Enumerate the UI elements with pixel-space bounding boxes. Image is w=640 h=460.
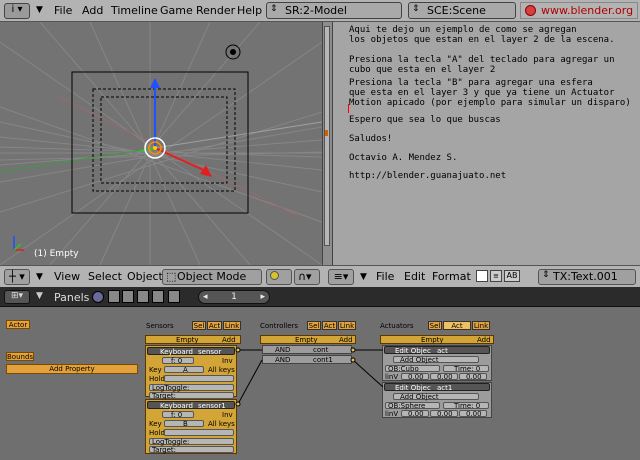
object-context-icon[interactable] <box>137 290 149 303</box>
fullscreen-toggle-icon[interactable] <box>476 270 488 282</box>
screen-selector[interactable]: ⇕ SR:2-Model <box>266 2 402 19</box>
syntax-toggle[interactable]: AB <box>504 270 520 282</box>
menu-file[interactable]: File <box>54 4 72 17</box>
top-menu-bar: i ▾ ▼ File Add Timeline Game Render Help… <box>0 0 640 22</box>
editor-type-icon[interactable]: ≡▾ <box>328 269 354 285</box>
page-number-field[interactable]: ◂ 1 ▸ <box>198 290 270 304</box>
menu-edit[interactable]: Edit <box>404 270 425 283</box>
menu-add[interactable]: Add <box>82 4 103 17</box>
buttons-window-header: ⊞▾ ▼ Panels ◂ 1 ▸ <box>0 287 640 307</box>
mode-selector[interactable]: ⬚ Object Mode <box>162 269 262 285</box>
collapse-triangle-icon[interactable]: ▼ <box>36 272 43 282</box>
text-editor-header: ≡▾ ▼ File Edit Format ≡ AB ⇕ TX:Text.001 <box>322 265 640 287</box>
textblock-selector[interactable]: ⇕ TX:Text.001 <box>538 269 636 285</box>
line-numbers-toggle-icon[interactable]: ≡ <box>490 270 502 282</box>
ground-grid <box>0 22 322 265</box>
updown-arrow-icon: ⇕ <box>542 270 550 280</box>
logic-context-icon[interactable] <box>92 291 104 303</box>
text-editor[interactable]: Aqui te dejo un ejemplo de como se agreg… <box>332 22 640 265</box>
editor-type-icon[interactable]: ┼ ▾ <box>4 269 30 285</box>
menu-game[interactable]: Game <box>160 4 193 17</box>
menu-format[interactable]: Format <box>432 270 471 283</box>
transform-manipulator[interactable] <box>139 78 212 177</box>
panels-label: Panels <box>54 291 90 304</box>
collapse-triangle-icon[interactable]: ▼ <box>36 291 43 301</box>
menu-file[interactable]: File <box>376 270 394 283</box>
arrow-left-icon[interactable]: ◂ <box>203 291 208 303</box>
arrow-right-icon[interactable]: ▸ <box>260 291 265 303</box>
safe-area-outer <box>92 88 236 192</box>
blender-url-badge[interactable]: www.blender.org 245 <box>520 2 638 19</box>
text-line: Presiona la tecla "B" para agregar una e… <box>349 78 593 88</box>
text-line: Saludos! <box>349 134 393 144</box>
scrollbar-thumb[interactable] <box>324 26 330 246</box>
shading-context-icon[interactable] <box>122 290 134 303</box>
text-line: Aqui te dejo un ejemplo de como se agreg… <box>349 25 577 35</box>
collapse-triangle-icon[interactable]: ▼ <box>360 272 367 282</box>
active-object-label: (1) Empty <box>34 249 79 259</box>
axis-indicator <box>13 236 24 251</box>
menu-object[interactable]: Object <box>127 270 163 283</box>
link-wire <box>237 359 263 405</box>
pivot-selector[interactable]: ∩▾ <box>294 269 320 285</box>
logic-editor: Actor Bounds Add Property Sensors Sel Ac… <box>0 307 640 460</box>
object-mode-icon: ⬚ <box>166 270 177 283</box>
editing-context-icon[interactable] <box>152 290 164 303</box>
text-line: Motion apicado (por ejemplo para simular… <box>349 98 631 108</box>
lamp-icon[interactable] <box>225 44 241 60</box>
collapse-triangle-icon[interactable]: ▼ <box>36 5 43 15</box>
draw-type-selector[interactable] <box>266 269 292 285</box>
text-line: Presiona la tecla "A" del teclado para a… <box>349 55 615 65</box>
text-line: cubo que esta en el layer 2 <box>349 65 496 75</box>
text-line: http://blender.guanajuato.net <box>349 171 507 181</box>
menu-help[interactable]: Help <box>237 4 262 17</box>
menu-select[interactable]: Select <box>88 270 122 283</box>
text-line: Espero que sea lo que buscas <box>349 115 501 125</box>
3d-viewport[interactable]: (1) Empty <box>0 22 322 265</box>
viewport-scene <box>0 22 322 265</box>
pivot-icon: ∩▾ <box>298 270 312 283</box>
link-wire <box>352 359 384 388</box>
blender-logo-icon <box>525 5 536 16</box>
text-line: Octavio A. Mendez S. <box>349 153 458 163</box>
editor-type-icon[interactable]: i ▾ <box>4 3 30 19</box>
text-line: los objetos que estan en el layer 2 de l… <box>349 35 615 45</box>
scene-selector[interactable]: ⇕ SCE:Scene <box>408 2 516 19</box>
scroll-position-marker <box>325 130 328 136</box>
menu-timeline[interactable]: Timeline <box>111 4 158 17</box>
text-cursor <box>348 104 349 113</box>
editor-type-icon[interactable]: ⊞▾ <box>4 290 30 304</box>
menu-render[interactable]: Render <box>196 4 235 17</box>
text-line: que esta en el layer 3 y que ya tiene un… <box>349 88 615 98</box>
logic-links <box>235 347 384 407</box>
shading-icon <box>270 271 279 280</box>
script-context-icon[interactable] <box>108 290 120 303</box>
updown-arrow-icon: ⇕ <box>412 4 420 14</box>
scene-context-icon[interactable] <box>168 290 180 303</box>
menu-view[interactable]: View <box>54 270 80 283</box>
updown-arrow-icon: ⇕ <box>270 4 278 14</box>
viewport-header: ┼ ▾ ▼ View Select Object ⬚ Object Mode ∩▾ <box>0 265 322 287</box>
